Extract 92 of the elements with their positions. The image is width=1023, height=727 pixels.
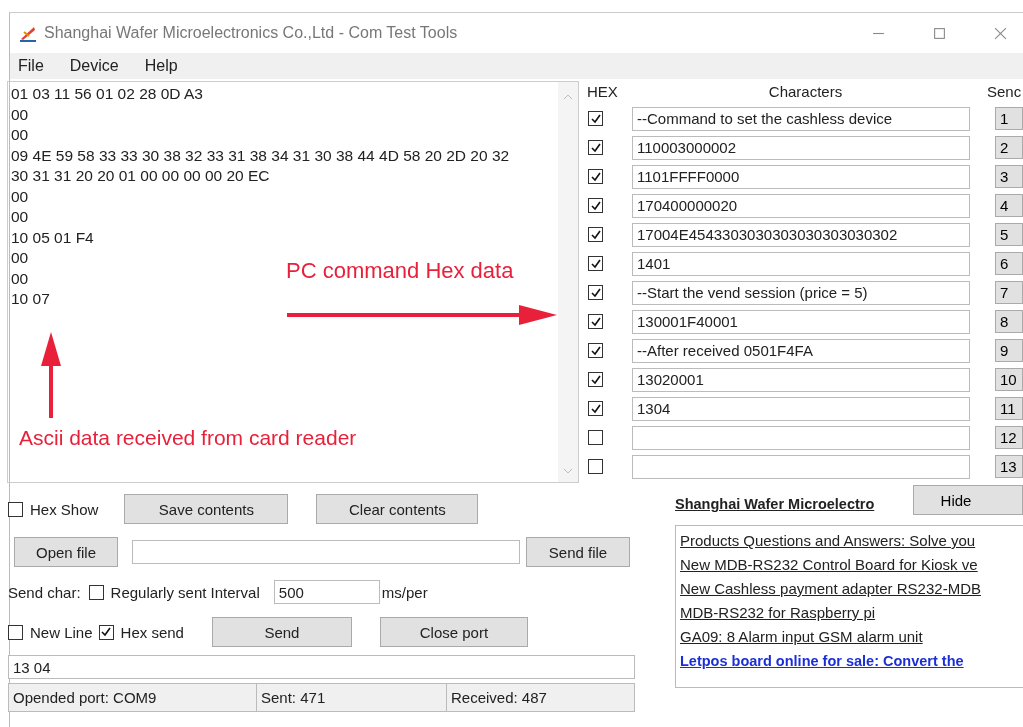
checkbox[interactable] (98, 624, 114, 640)
hex-checkbox[interactable] (588, 459, 603, 474)
hex-checkbox[interactable] (588, 430, 603, 445)
hex-checkbox[interactable] (588, 314, 603, 329)
hide-button[interactable]: Hide (913, 485, 1023, 515)
column-header: HEX (586, 82, 619, 100)
command-field[interactable]: 170400000020 (632, 193, 970, 218)
close-icon[interactable] (994, 26, 1007, 40)
received-log[interactable] (7, 81, 579, 483)
hex-checkbox[interactable] (588, 169, 603, 184)
send-command-button[interactable]: 4 (995, 194, 1023, 217)
log-line: 30 31 31 20 20 01 00 00 00 00 20 EC (11, 166, 270, 186)
checkbox-label: Hex Show (30, 500, 99, 518)
log-line: 09 4E 59 58 33 33 30 38 32 33 31 38 34 31 30 38 44 4D 58 20 2D 20 32 (11, 145, 510, 166)
checkbox-label: Regularly sent Interval (110, 583, 260, 601)
command-field[interactable]: --Command to set the cashless device (632, 106, 970, 131)
log-line: 00 (11, 104, 29, 125)
log-line: 00 (11, 207, 29, 227)
command-field[interactable]: 1401 (632, 251, 970, 276)
send-command-button[interactable]: 6 (995, 252, 1023, 275)
command-field[interactable]: 130001F40001 (632, 309, 970, 334)
checkbox[interactable] (8, 624, 23, 640)
checkbox[interactable] (8, 501, 23, 517)
send-command-button[interactable]: 7 (995, 281, 1023, 304)
hex-checkbox[interactable] (588, 256, 603, 271)
news-link[interactable]: New MDB-RS232 Control Board for Kiosk ve (680, 556, 1023, 575)
send-command-button[interactable]: 8 (995, 310, 1023, 333)
hex-checkbox[interactable] (588, 140, 603, 155)
log-line: 01 03 11 56 01 02 28 0D A3 (11, 84, 203, 104)
send-command-button[interactable]: 2 (995, 136, 1023, 159)
send-command-button[interactable]: 10 (995, 368, 1023, 391)
checkbox[interactable] (88, 584, 104, 600)
send-command-button[interactable]: 1 (995, 107, 1023, 130)
annotation-text: Ascii data received from card reader (19, 426, 357, 450)
send-command-button[interactable]: 5 (995, 223, 1023, 246)
news-link[interactable]: Letpos board online for sale: Convert the (680, 652, 1023, 671)
hex-checkbox[interactable] (588, 198, 603, 213)
send-button[interactable]: Send (211, 617, 352, 647)
news-link[interactable]: Products Questions and Answers: Solve you (680, 532, 1023, 551)
send-input-field[interactable]: 13 04 (8, 655, 635, 679)
command-field[interactable]: --After received 0501F4FA (632, 338, 970, 363)
unit-label: ms/per (381, 583, 428, 601)
hex-checkbox[interactable] (588, 343, 603, 358)
menu-item[interactable]: Help (144, 57, 178, 75)
menu-item[interactable]: File (18, 57, 44, 75)
news-title[interactable]: Shanghai Wafer Microelectro (675, 496, 875, 512)
save-contents-button[interactable]: Save contents (124, 494, 289, 524)
log-line: 00 (11, 125, 29, 145)
maximize-icon[interactable] (933, 26, 946, 40)
command-field[interactable]: 1101FFFF0000 (632, 164, 970, 189)
checkbox-label: Hex send (120, 623, 184, 641)
send-command-button[interactable]: 13 (995, 455, 1023, 478)
send-command-button[interactable]: 9 (995, 339, 1023, 362)
column-header: Characters (767, 82, 844, 100)
send-command-button[interactable]: 3 (995, 165, 1023, 188)
command-field[interactable]: 13020001 (632, 367, 970, 392)
log-line: 10 05 01 F4 (11, 227, 94, 248)
interval-field[interactable]: 500 (273, 580, 380, 604)
send-char-label: Send char: (8, 583, 81, 601)
send-command-button[interactable]: 12 (995, 426, 1023, 449)
command-field[interactable]: 1304 (632, 396, 970, 421)
column-header: Senc (987, 82, 1022, 100)
send-file-button[interactable]: Send file (526, 537, 630, 567)
log-line: 10 07 (11, 289, 50, 309)
status-cell: Opended port: COM9 (9, 684, 257, 711)
send-command-button[interactable]: 11 (995, 397, 1023, 420)
file-path-field[interactable] (132, 540, 520, 564)
status-cell: Sent: 471 (257, 684, 447, 711)
hex-checkbox[interactable] (588, 401, 603, 416)
close-port-button[interactable]: Close port (379, 617, 528, 647)
log-line: 00 (11, 268, 29, 289)
news-link[interactable]: GA09: 8 Alarm input GSM alarm unit (680, 628, 1023, 647)
command-field[interactable] (632, 425, 970, 450)
hex-checkbox[interactable] (588, 227, 603, 242)
status-cell-text: Received: 487 (450, 688, 548, 708)
open-file-button[interactable]: Open file (14, 537, 118, 567)
hex-checkbox[interactable] (588, 372, 603, 387)
news-link[interactable]: New Cashless payment adapter RS232-MDB (680, 580, 1023, 599)
hex-checkbox[interactable] (588, 285, 603, 300)
clear-contents-button[interactable]: Clear contents (316, 494, 479, 524)
hex-checkbox[interactable] (588, 111, 603, 126)
log-line: 00 (11, 186, 29, 207)
annotation-text: PC command Hex data (286, 258, 514, 284)
command-field[interactable]: 17004E4543303030303030303030302 (632, 222, 970, 247)
window-title: Shanghai Wafer Microelectronics Co.,Ltd - Com Test Tools (44, 24, 458, 42)
command-field[interactable]: --Start the vend session (price = 5) (632, 280, 970, 305)
command-field[interactable]: 110003000002 (632, 135, 970, 160)
log-line: 00 (11, 248, 29, 268)
news-link[interactable]: MDB-RS232 for Raspberry pi (680, 604, 1023, 623)
checkbox-label: New Line (30, 623, 93, 641)
menu-item[interactable]: Device (69, 57, 119, 75)
command-field[interactable] (632, 454, 970, 479)
